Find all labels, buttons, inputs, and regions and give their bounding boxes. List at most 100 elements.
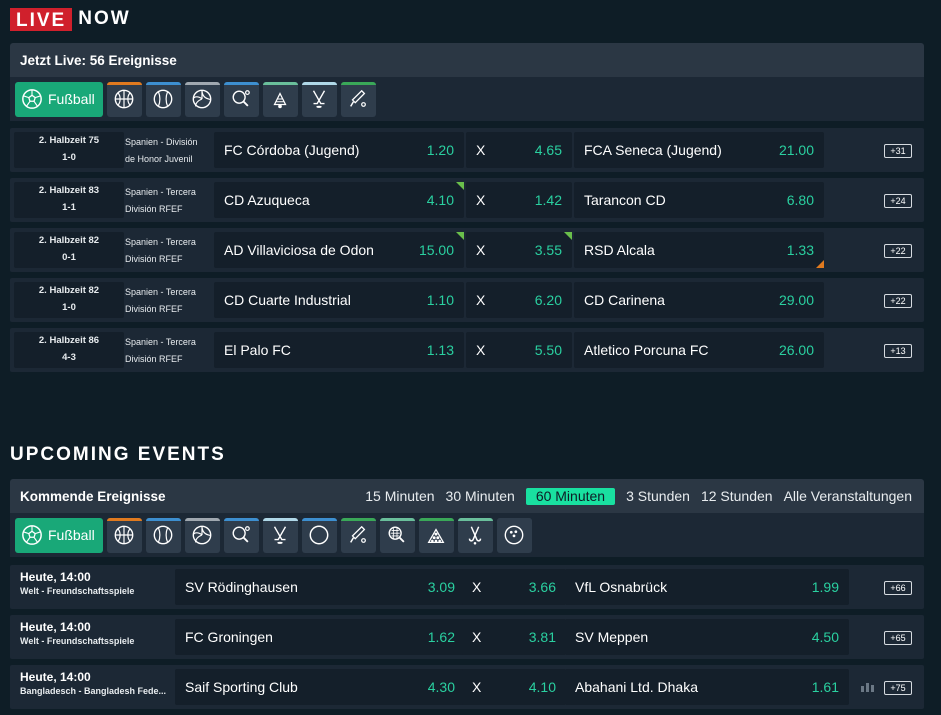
sport-basketball-button[interactable] [106, 81, 142, 117]
league-name: Spanien - Tercera División RFEF [125, 234, 220, 268]
more-markets-button[interactable]: +65 [884, 631, 912, 645]
time-filter-3[interactable]: 3 Stunden [626, 488, 690, 504]
draw-odd-button[interactable]: X 1.42 [466, 182, 572, 218]
home-odd-button[interactable]: Saif Sporting Club 4.30 [175, 669, 465, 705]
draw-label: X [472, 679, 482, 695]
upcoming-panel-title: Kommende Ereignisse [20, 488, 166, 504]
away-team: FCA Seneca (Jugend) [584, 142, 722, 158]
more-markets-button[interactable]: +24 [884, 194, 912, 208]
more-markets-button[interactable]: +66 [884, 581, 912, 595]
sport-fussball-button[interactable]: Fußball [15, 81, 103, 117]
league-name: Spanien - Tercera División RFEF [125, 334, 220, 368]
draw-odd-button[interactable]: X 3.66 [462, 569, 566, 605]
home-odd: 1.20 [426, 142, 454, 158]
league-line-2: de Honor Juvenil [125, 154, 193, 164]
draw-odd-button[interactable]: X 4.10 [462, 669, 566, 705]
time-filter-0[interactable]: 15 Minuten [365, 488, 434, 504]
league-name: Spanien - División de Honor Juvenil [125, 134, 220, 168]
home-odd-button[interactable]: SV Rödinghausen 3.09 [175, 569, 465, 605]
draw-odd-button[interactable]: X 6.20 [466, 282, 572, 318]
home-odd-button[interactable]: El Palo FC 1.13 [214, 332, 464, 368]
time-filter-4[interactable]: 12 Stunden [701, 488, 773, 504]
live-event-row: 2. Halbzeit 86 4-3 Spanien - Tercera Divisi… [10, 328, 924, 372]
stats-icon[interactable] [861, 682, 874, 692]
more-markets-button[interactable]: +75 [884, 681, 912, 695]
ice-hockey-icon [313, 90, 326, 108]
baseball-icon [153, 89, 173, 109]
home-odd-button[interactable]: CD Cuarte Industrial 1.10 [214, 282, 464, 318]
home-odd-button[interactable]: CD Azuqueca 4.10 [214, 182, 464, 218]
table-tennis-icon [232, 526, 251, 543]
away-odd-button[interactable]: VfL Osnabrück 1.99 [565, 569, 849, 605]
more-markets-button[interactable]: +22 [884, 294, 912, 308]
sport-volleyball-button[interactable] [184, 81, 220, 117]
event-info: Heute, 14:00 Welt - Freundschaftsspiele [20, 570, 180, 598]
upcoming-event-row: Heute, 14:00 Welt - Freundschaftsspiele FC… [10, 615, 924, 659]
sport-table-tennis-button[interactable] [223, 81, 259, 117]
live-event-row: 2. Halbzeit 75 1-0 Spanien - División de Ho… [10, 128, 924, 172]
match-score: 1-0 [62, 302, 76, 313]
sport-ice-hockey-button[interactable] [262, 517, 298, 553]
away-odd-button[interactable]: Atletico Porcuna FC 26.00 [574, 332, 824, 368]
sport-circle-sport-button[interactable] [301, 517, 337, 553]
time-filter-5[interactable]: Alle Veranstaltungen [784, 488, 912, 504]
away-team: CD Carinena [584, 292, 665, 308]
sport-ice-hockey-button[interactable] [301, 81, 337, 117]
sport-fussball-button[interactable]: Fußball [15, 517, 103, 553]
league-line-1: Spanien - Tercera [125, 287, 196, 297]
sport-baseball-button[interactable] [145, 517, 181, 553]
tennis-racket-icon [388, 526, 405, 543]
sport-snooker-button[interactable] [418, 517, 454, 553]
draw-odd: 1.42 [534, 192, 562, 208]
sport-badminton-button[interactable] [262, 81, 298, 117]
away-odd-button[interactable]: SV Meppen 4.50 [565, 619, 849, 655]
away-odd: 1.61 [811, 679, 839, 695]
league-line-2: División RFEF [125, 304, 183, 314]
odds-up-indicator [456, 232, 464, 240]
home-odd-button[interactable]: FC Groningen 1.62 [175, 619, 465, 655]
sport-tennis-racket-button[interactable] [379, 517, 415, 553]
match-period: 2. Halbzeit 75 [38, 135, 100, 146]
time-filter-2[interactable]: 60 Minuten [525, 487, 616, 505]
draw-odd-button[interactable]: X 5.50 [466, 332, 572, 368]
sport-cricket-button[interactable] [340, 517, 376, 553]
away-odd-button[interactable]: FCA Seneca (Jugend) 21.00 [574, 132, 824, 168]
home-team: El Palo FC [224, 342, 291, 358]
draw-odd-button[interactable]: X 3.81 [462, 619, 566, 655]
away-odd-button[interactable]: CD Carinena 29.00 [574, 282, 824, 318]
sport-cricket-button[interactable] [340, 81, 376, 117]
home-odd-button[interactable]: FC Córdoba (Jugend) 1.20 [214, 132, 464, 168]
draw-odd-button[interactable]: X 3.55 [466, 232, 572, 268]
upcoming-panel-header: Kommende Ereignisse 15 Minuten 30 Minuten… [10, 479, 924, 513]
odds-up-indicator [456, 182, 464, 190]
sport-table-tennis-button[interactable] [223, 517, 259, 553]
volleyball-icon [192, 89, 212, 109]
baseball-icon [153, 525, 173, 545]
ice-hockey-icon [274, 526, 287, 544]
sport-volleyball-button[interactable] [184, 517, 220, 553]
match-status: 2. Halbzeit 82 1-0 [14, 282, 124, 318]
match-status: 2. Halbzeit 86 4-3 [14, 332, 124, 368]
sport-bowling-button[interactable] [496, 517, 532, 553]
time-filter-1[interactable]: 30 Minuten [446, 488, 515, 504]
draw-odd: 3.81 [528, 629, 556, 645]
home-odd-button[interactable]: AD Villaviciosa de Odon 15.00 [214, 232, 464, 268]
match-status: 2. Halbzeit 75 1-0 [14, 132, 124, 168]
away-odd-button[interactable]: Tarancon CD 6.80 [574, 182, 824, 218]
away-odd: 26.00 [778, 342, 814, 358]
draw-odd: 4.10 [528, 679, 556, 695]
sport-field-hockey-button[interactable] [457, 517, 493, 553]
upcoming-event-row: Heute, 14:00 Welt - Freundschaftsspiele SV… [10, 565, 924, 609]
league-line-1: Spanien - Tercera [125, 337, 196, 347]
home-odd: 3.09 [427, 579, 455, 595]
away-odd-button[interactable]: RSD Alcala 1.33 [574, 232, 824, 268]
more-markets-button[interactable]: +31 [884, 144, 912, 158]
away-odd-button[interactable]: Abahani Ltd. Dhaka 1.61 [565, 669, 849, 705]
more-markets-button[interactable]: +22 [884, 244, 912, 258]
draw-label: X [472, 629, 482, 645]
match-period: 2. Halbzeit 83 [38, 185, 100, 196]
sport-basketball-button[interactable] [106, 517, 142, 553]
more-markets-button[interactable]: +13 [884, 344, 912, 358]
sport-baseball-button[interactable] [145, 81, 181, 117]
draw-odd-button[interactable]: X 4.65 [466, 132, 572, 168]
